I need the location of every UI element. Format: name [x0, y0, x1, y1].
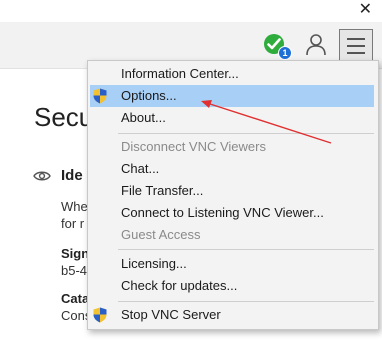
menu-item-connect-listening-viewer[interactable]: Connect to Listening VNC Viewer... — [88, 202, 378, 224]
hamburger-menu-button[interactable] — [339, 29, 373, 61]
signature-value: b5-4 — [61, 263, 88, 278]
catalog-label: Cata — [61, 291, 90, 306]
menu-item-label: Stop VNC Server — [121, 307, 221, 322]
connection-status[interactable]: 1 — [264, 34, 292, 60]
menu-item-chat[interactable]: Chat... — [88, 158, 378, 180]
description-line: Whe — [61, 199, 88, 214]
menu-item-label: About... — [121, 110, 166, 125]
menu-item-about[interactable]: About... — [88, 107, 378, 129]
hamburger-menu-icon — [347, 38, 365, 40]
menu-separator — [118, 133, 374, 134]
uac-shield-icon — [93, 88, 107, 104]
signature-label: Sign — [61, 246, 90, 261]
menu-item-label: File Transfer... — [121, 183, 204, 198]
menu-item-disconnect-vnc-viewers: Disconnect VNC Viewers — [88, 136, 378, 158]
menu-item-label: Check for updates... — [121, 278, 238, 293]
menu-item-label: Disconnect VNC Viewers — [121, 139, 266, 154]
menu-separator — [118, 301, 374, 302]
user-icon[interactable] — [305, 33, 327, 57]
menu-item-licensing[interactable]: Licensing... — [88, 253, 378, 275]
main-menu-dropdown: Information Center... Options... About..… — [87, 60, 379, 330]
eye-icon — [33, 171, 51, 181]
menu-item-label: Chat... — [121, 161, 160, 176]
menu-item-label: Information Center... — [121, 66, 239, 81]
menu-separator — [118, 249, 374, 250]
close-icon[interactable]: ✕ — [359, 1, 372, 19]
menu-item-guest-access: Guest Access — [88, 224, 378, 246]
menu-item-label: Connect to Listening VNC Viewer... — [121, 205, 324, 220]
menu-item-stop-vnc-server[interactable]: Stop VNC Server — [88, 304, 378, 326]
menu-item-options[interactable]: Options... — [90, 85, 374, 107]
description-line: for r — [61, 216, 85, 231]
menu-item-information-center[interactable]: Information Center... — [88, 63, 378, 85]
title-bar: ✕ — [0, 0, 382, 22]
menu-item-label: Options... — [121, 88, 177, 103]
menu-item-label: Licensing... — [121, 256, 187, 271]
menu-item-check-for-updates[interactable]: Check for updates... — [88, 275, 378, 297]
menu-item-label: Guest Access — [121, 227, 201, 242]
page-title: Secu — [34, 102, 94, 132]
notification-badge: 1 — [278, 46, 292, 60]
section-title: Ide — [61, 167, 83, 184]
uac-shield-icon — [93, 307, 107, 323]
menu-item-file-transfer[interactable]: File Transfer... — [88, 180, 378, 202]
